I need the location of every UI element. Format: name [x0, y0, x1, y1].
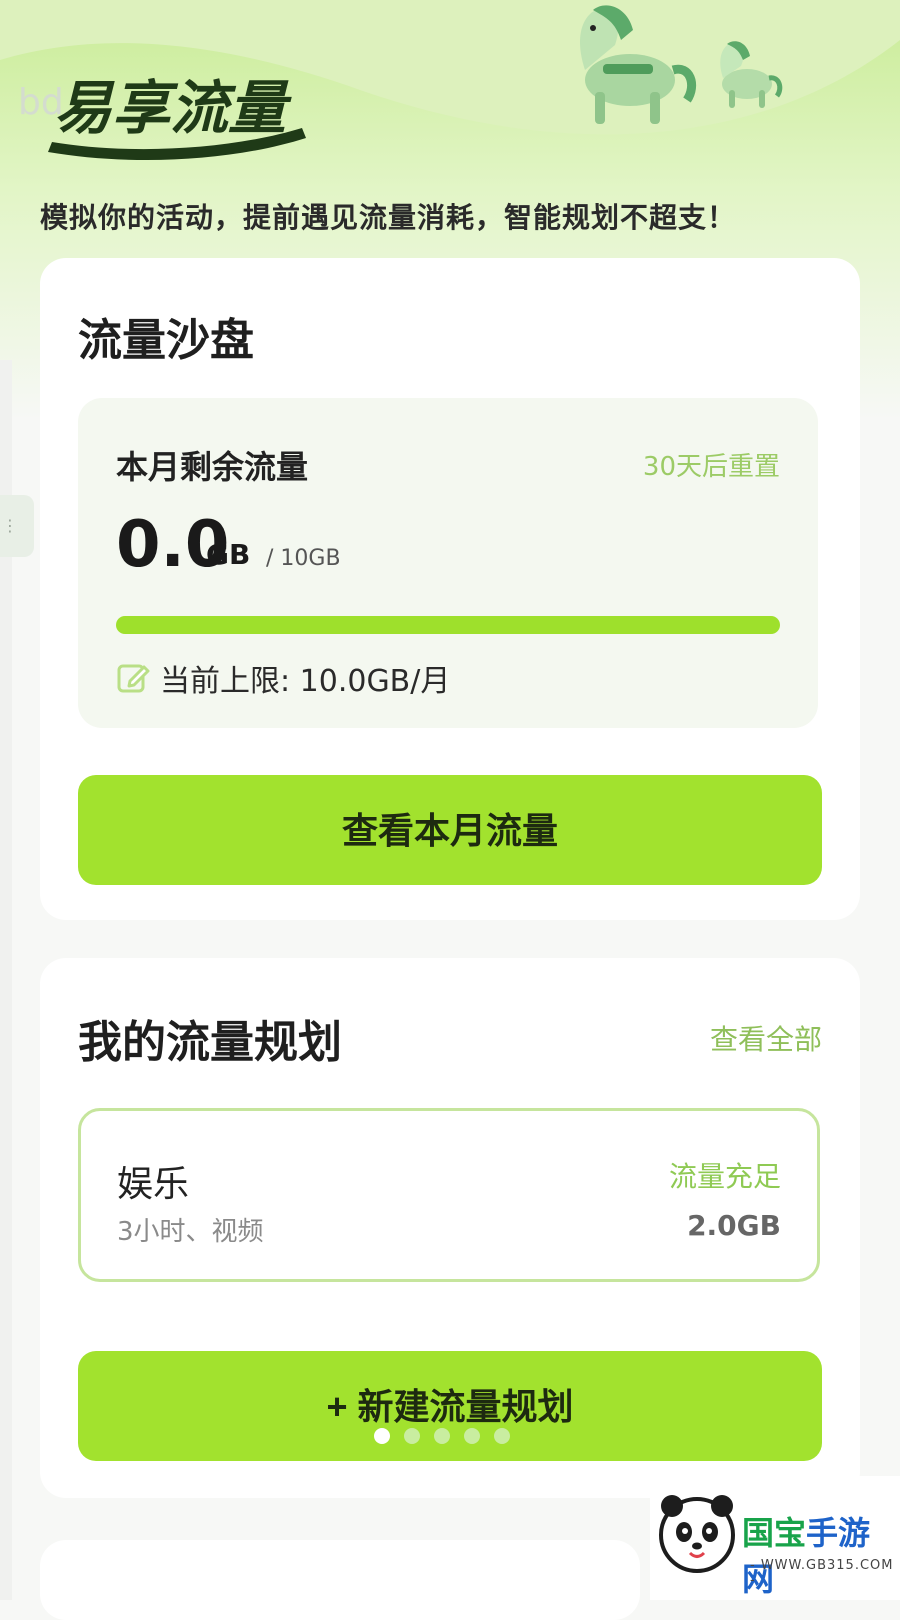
- limit-text: 当前上限: 10.0GB/月: [160, 664, 451, 699]
- page-dot[interactable]: [494, 1428, 510, 1444]
- view-all-link[interactable]: 查看全部: [710, 1018, 822, 1058]
- plan-name: 娱乐: [117, 1164, 190, 1205]
- app-logo: 易享流量: [48, 74, 306, 161]
- watermark-url: - WWW.GB315.COM -: [750, 1558, 894, 1588]
- plan-size: 2.0GB: [687, 1209, 781, 1242]
- usage-bar-fill: [116, 616, 780, 634]
- sandbox-card: 流量沙盘 本月剩余流量 30天后重置 0.0 GB / 10GB 当前上限: 1…: [40, 258, 860, 920]
- plan-desc: 3小时、视频: [117, 1217, 264, 1247]
- watermark: 国宝手游网 - WWW.GB315.COM -: [650, 1476, 900, 1600]
- remaining-label: 本月剩余流量: [116, 448, 309, 486]
- side-handle[interactable]: ⋮: [0, 495, 34, 557]
- slogan: 模拟你的活动，提前遇见流量消耗，智能规划不超支！: [40, 201, 737, 234]
- page-dot[interactable]: [434, 1428, 450, 1444]
- plans-title: 我的流量规划: [78, 1017, 342, 1068]
- view-month-traffic-button[interactable]: 查看本月流量: [78, 775, 822, 885]
- sandbox-title: 流量沙盘: [78, 315, 254, 366]
- next-card-peek: [40, 1540, 640, 1620]
- page-dot[interactable]: [374, 1428, 390, 1444]
- plans-card: 我的流量规划 查看全部 娱乐 3小时、视频 流量充足 2.0GB + 新建流量规…: [40, 958, 860, 1498]
- panda-logo-icon: [659, 1495, 735, 1573]
- usage-bar: [116, 616, 780, 634]
- page-dot[interactable]: [464, 1428, 480, 1444]
- edit-icon[interactable]: [116, 661, 150, 695]
- logo-text: 易享流量: [54, 74, 292, 142]
- horse-mascot-icon: [580, 5, 696, 124]
- reset-text: 30天后重置: [642, 452, 780, 482]
- plan-status: 流量充足: [668, 1160, 781, 1193]
- page-indicator: [374, 1428, 510, 1444]
- new-plan-button[interactable]: + 新建流量规划: [78, 1351, 822, 1461]
- remaining-panel: 本月剩余流量 30天后重置 0.0 GB / 10GB 当前上限: 10.0GB…: [78, 398, 818, 728]
- small-horse-icon: [720, 41, 783, 108]
- remaining-unit: GB: [206, 538, 251, 571]
- page-dot[interactable]: [404, 1428, 420, 1444]
- total-text: / 10GB: [266, 546, 341, 571]
- limit-row[interactable]: 当前上限: 10.0GB/月: [116, 656, 450, 700]
- plan-item[interactable]: 娱乐 3小时、视频 流量充足 2.0GB: [78, 1108, 820, 1282]
